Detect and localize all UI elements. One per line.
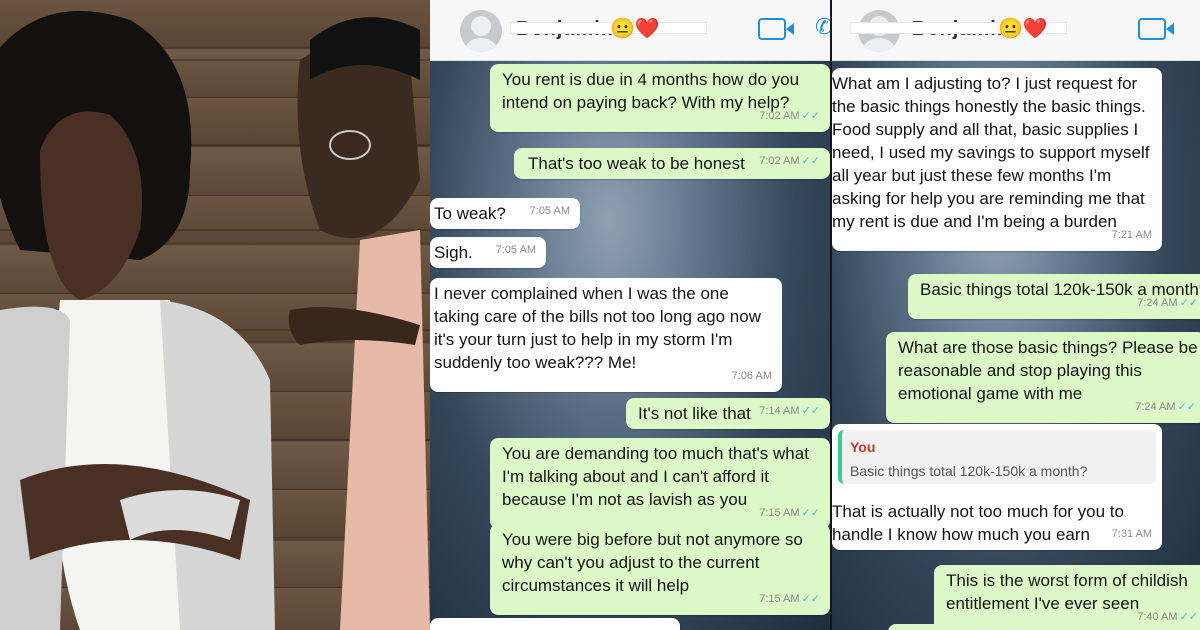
contact-avatar[interactable]	[460, 10, 502, 52]
message-bubble-received: What am I adjusting to? I just request f…	[832, 68, 1162, 251]
chat-screenshot-left: Benjamin 😐❤️ ✆ You rent is due in 4 mont…	[430, 0, 830, 630]
message-time: 7:14 AM ✓✓	[759, 405, 820, 417]
redaction-bar	[510, 22, 707, 34]
message-bubble-received: I never complained when I was the one ta…	[430, 278, 782, 392]
message-text: What am I adjusting to? I just request f…	[832, 74, 1150, 231]
message-bubble-sent: That's too weak to be honest 7:02 AM ✓✓	[514, 148, 830, 179]
read-receipt-icon: ✓✓	[801, 405, 820, 417]
message-bubble-sent: Basic things total 120k-150k a month? 7:…	[908, 274, 1200, 319]
message-text: That's too weak to be honest	[528, 154, 745, 173]
message-bubble-sent-partial	[888, 624, 1200, 630]
message-bubble-sent: It's not like that 7:14 AM ✓✓	[626, 398, 830, 429]
quoted-message[interactable]: You Basic things total 120k-150k a month…	[838, 430, 1156, 484]
phone-call-icon[interactable]: ✆	[815, 14, 830, 40]
message-bubble-received-partial	[430, 618, 680, 630]
message-bubble-received: To weak? 7:05 AM	[430, 198, 580, 229]
read-receipt-icon: ✓✓	[801, 155, 820, 167]
message-text: To weak?	[434, 204, 506, 223]
read-receipt-icon: ✓✓	[801, 507, 820, 519]
chat-header: Benjamin 😐❤️	[832, 0, 1200, 61]
video-call-icon[interactable]	[1138, 18, 1174, 40]
message-time: 7:02 AM ✓✓	[759, 155, 820, 167]
message-time: 7:06 AM	[731, 370, 772, 382]
message-time: 7:15 AM ✓✓	[759, 507, 820, 519]
read-receipt-icon: ✓✓	[1179, 297, 1198, 309]
message-text: You were big before but not anymore so w…	[502, 530, 803, 595]
message-time: 7:05 AM	[495, 244, 536, 256]
contact-emoji: 😐❤️	[998, 18, 1048, 40]
message-text: I never complained when I was the one ta…	[434, 284, 761, 372]
message-time: 7:15 AM ✓✓	[759, 593, 820, 605]
message-text: Sigh.	[434, 243, 473, 262]
video-call-icon[interactable]	[758, 18, 794, 40]
contact-emoji: 😐❤️	[610, 18, 660, 40]
message-time: 7:24 AM ✓✓	[1137, 297, 1198, 309]
message-text: That is actually not too much for you to…	[832, 502, 1124, 544]
message-time: 7:05 AM	[529, 205, 570, 217]
message-text: You are demanding too much that's what I…	[502, 444, 809, 509]
quoted-text: Basic things total 120k-150k a month?	[850, 463, 1088, 479]
chat-screenshot-right: Benjamin 😐❤️ What am I adjusting to? I j…	[832, 0, 1200, 630]
message-bubble-received-reply: You Basic things total 120k-150k a month…	[832, 424, 1162, 550]
message-text: It's not like that	[638, 404, 751, 423]
message-bubble-sent: You rent is due in 4 months how do you i…	[490, 64, 830, 132]
message-time: 7:02 AM ✓✓	[759, 110, 820, 122]
message-bubble-sent: This is the worst form of childish entit…	[934, 565, 1200, 630]
read-receipt-icon: ✓✓	[801, 110, 820, 122]
message-time: 7:21 AM	[1111, 229, 1152, 241]
message-bubble-sent: You were big before but not anymore so w…	[490, 524, 830, 615]
couple-illustration	[0, 11, 430, 630]
read-receipt-icon: ✓✓	[1177, 401, 1196, 413]
message-time: 7:24 AM ✓✓	[1135, 401, 1196, 413]
couple-photo	[0, 0, 430, 630]
read-receipt-icon: ✓✓	[1179, 611, 1198, 623]
message-bubble-received: Sigh. 7:05 AM	[430, 237, 546, 268]
read-receipt-icon: ✓✓	[801, 593, 820, 605]
chat-header: Benjamin 😐❤️ ✆	[430, 0, 830, 61]
message-text: What are those basic things? Please be r…	[898, 338, 1198, 403]
message-time: 7:31 AM	[1111, 528, 1152, 540]
quoted-sender: You	[850, 439, 876, 455]
message-bubble-sent: You are demanding too much that's what I…	[490, 438, 830, 529]
message-bubble-sent: What are those basic things? Please be r…	[886, 332, 1200, 423]
